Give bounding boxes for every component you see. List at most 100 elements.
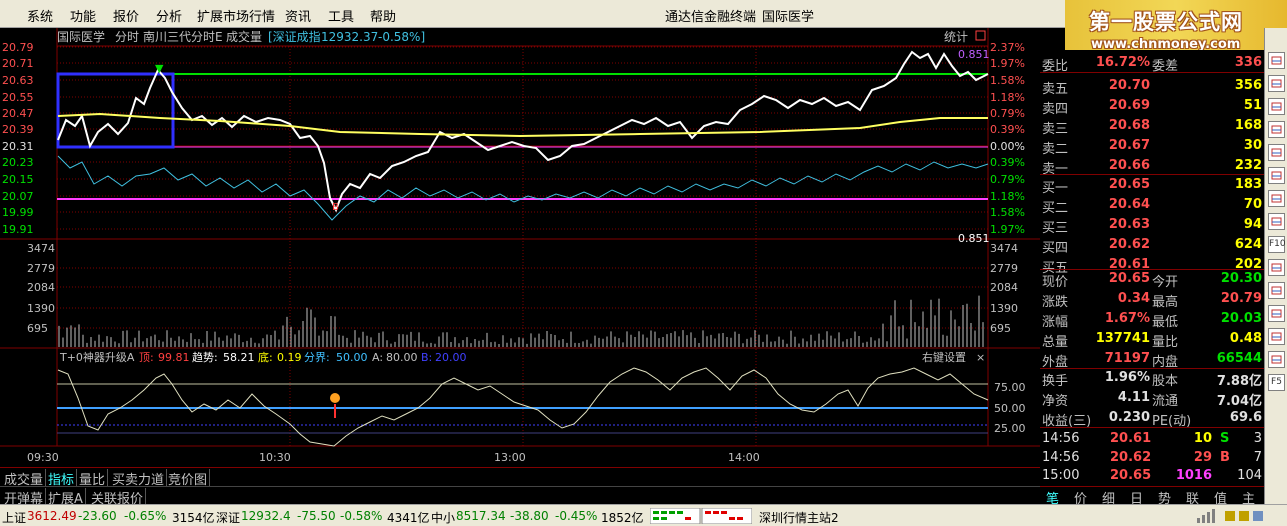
indicator-close-button[interactable]: ×: [976, 351, 985, 364]
volume-axis-label: 2779: [27, 262, 55, 275]
f5-icon[interactable]: F5: [1268, 374, 1285, 391]
quote-row: 净资 4.11 流通 7.04亿: [1040, 388, 1264, 409]
quote-row: 收益(三) 0.230 PE(动) 69.6: [1040, 408, 1264, 429]
sh-index-value: 3612.49: [27, 509, 77, 523]
sh-index-amount: 3154亿: [172, 511, 215, 525]
menu-analysis[interactable]: 分析: [156, 6, 182, 25]
volume-axis-label-right: 695: [990, 322, 1011, 335]
tick-time: 14:56: [1042, 450, 1080, 465]
tick-count: 3: [1253, 431, 1262, 446]
sell-price: 20.68: [1108, 118, 1150, 133]
buy-volume: 70: [1243, 197, 1262, 212]
buy-price: 20.63: [1108, 217, 1150, 232]
stat-button[interactable]: 统计: [944, 30, 968, 44]
menu-quote[interactable]: 报价: [113, 6, 139, 25]
stat-label-2: 量比: [1152, 335, 1179, 350]
tick-volume: 1016: [1175, 468, 1212, 483]
menu-system[interactable]: 系统: [27, 6, 53, 25]
weibi-value: 16.72%: [1095, 55, 1150, 70]
tick-volume: 29: [1193, 450, 1212, 465]
chart-icon[interactable]: [1268, 190, 1285, 207]
pct-axis-label: 0.39%: [990, 123, 1025, 136]
link-icon[interactable]: [1268, 167, 1285, 184]
quote-row: 总量 137741 量比 0.48: [1040, 329, 1264, 350]
buy-level-label: 买四: [1042, 241, 1069, 256]
price-axis-label: 20.79: [2, 41, 34, 54]
pct-axis-label: 1.97%: [990, 223, 1025, 236]
pie-icon[interactable]: [1268, 305, 1285, 322]
fund-value: 0.230: [1108, 410, 1150, 425]
header-index-change: -0.58%]: [378, 30, 425, 44]
volume-axis-label-right: 3474: [990, 242, 1018, 255]
sell-volume: 51: [1243, 98, 1262, 113]
kline-icon[interactable]: [1268, 75, 1285, 92]
buy-level-label: 买二: [1042, 201, 1069, 216]
buy-level-label: 买三: [1042, 221, 1069, 236]
stat-label-2: 今开: [1152, 275, 1179, 290]
indicator-settings-button[interactable]: 右键设置: [922, 350, 966, 364]
signal-icon: [1195, 508, 1265, 526]
sell-level-label: 卖二: [1042, 142, 1069, 157]
status-bar: 上证 3612.49 -23.60 -0.65% 3154亿 深证 12932.…: [0, 504, 1287, 526]
f10-icon[interactable]: F10: [1268, 236, 1286, 253]
sell-volume: 30: [1243, 138, 1262, 153]
tick-price: 20.65: [1110, 468, 1152, 483]
price-axis-label: 20.15: [2, 173, 34, 186]
fund-label: 净资: [1042, 394, 1069, 409]
tag-icon[interactable]: [1268, 259, 1285, 276]
fruit-marker-icon: [330, 393, 340, 403]
min-icon[interactable]: [1268, 52, 1285, 69]
price-axis-label: 20.31: [2, 140, 34, 153]
price-axis-label: 20.07: [2, 190, 34, 203]
sell-level-label: 卖三: [1042, 122, 1069, 137]
header-volume: 成交量: [226, 29, 262, 44]
tick-price: 20.62: [1110, 450, 1152, 465]
list-icon[interactable]: [1268, 98, 1285, 115]
menu-extended-market[interactable]: 扩展市场行情: [197, 6, 275, 25]
indicator-top-value: 99.81: [158, 351, 190, 364]
tick-time: 15:00: [1042, 468, 1080, 483]
bar-icon[interactable]: [1268, 121, 1285, 138]
quote-row: 外盘 71197 内盘 66544: [1040, 349, 1264, 370]
quote-row: 卖二 20.67 30: [1040, 136, 1264, 157]
buy-price: 20.65: [1108, 177, 1150, 192]
quote-row: 卖四 20.69 51: [1040, 96, 1264, 117]
doc-icon[interactable]: [1268, 282, 1285, 299]
fund-value-2: 69.6: [1229, 410, 1262, 425]
tick-row: 15:00 20.65 1016 104: [1040, 466, 1264, 486]
win-icon[interactable]: [1268, 351, 1285, 368]
buy-level-label: 买一: [1042, 181, 1069, 196]
pct-axis-label: 0.79%: [990, 173, 1025, 186]
indicator-bottom-label: 底:: [258, 350, 273, 364]
indicator-tick-75: 75.00: [994, 381, 1026, 394]
sell-volume: 356: [1234, 78, 1262, 93]
tick-row: 14:56 20.62 29 B 7: [1040, 448, 1264, 468]
pct-axis-label: 1.18%: [990, 91, 1025, 104]
quote-panel: 委比 16.72% 委差 336 卖五 20.70 356 卖四 20.69 51 卖三 20.68 1…: [1040, 50, 1264, 486]
server-name[interactable]: 深圳行情主站2: [759, 509, 839, 526]
menu-tools[interactable]: 工具: [328, 6, 354, 25]
brand-title: 第一股票公式网: [1089, 10, 1243, 34]
stat-value: 0.34: [1117, 291, 1150, 306]
zx-index-amount: 1852亿: [601, 511, 644, 525]
quote-divider: [1040, 72, 1264, 73]
menu-function[interactable]: 功能: [70, 6, 96, 25]
tick-side: B: [1220, 450, 1230, 465]
menu-help[interactable]: 帮助: [370, 6, 396, 25]
fund-value-2: 7.04亿: [1216, 394, 1262, 409]
volume-extra-value: 0.851: [958, 232, 990, 245]
volume-axis-label-right: 2084: [990, 281, 1018, 294]
volume-axis-label: 3474: [27, 242, 55, 255]
grid-icon[interactable]: [1268, 144, 1285, 161]
header-index-value: 12932.37: [321, 30, 378, 44]
menu-news[interactable]: 资讯: [285, 6, 311, 25]
price-axis-label: 19.99: [2, 206, 34, 219]
flag-icon[interactable]: [1268, 213, 1285, 230]
line-icon[interactable]: [1268, 328, 1285, 345]
pct-axis-label: 1.58%: [990, 74, 1025, 87]
sh-index-pct: -0.65%: [124, 509, 167, 523]
intraday-chart[interactable]: ▼ B 国际医学 分时 南川三代分时E 成交量 [深证成指 12932.37 -0…: [0, 28, 1040, 486]
corner-value: 0.851: [958, 48, 990, 61]
stat-label: 涨幅: [1042, 315, 1069, 330]
sell-volume: 232: [1234, 158, 1262, 173]
